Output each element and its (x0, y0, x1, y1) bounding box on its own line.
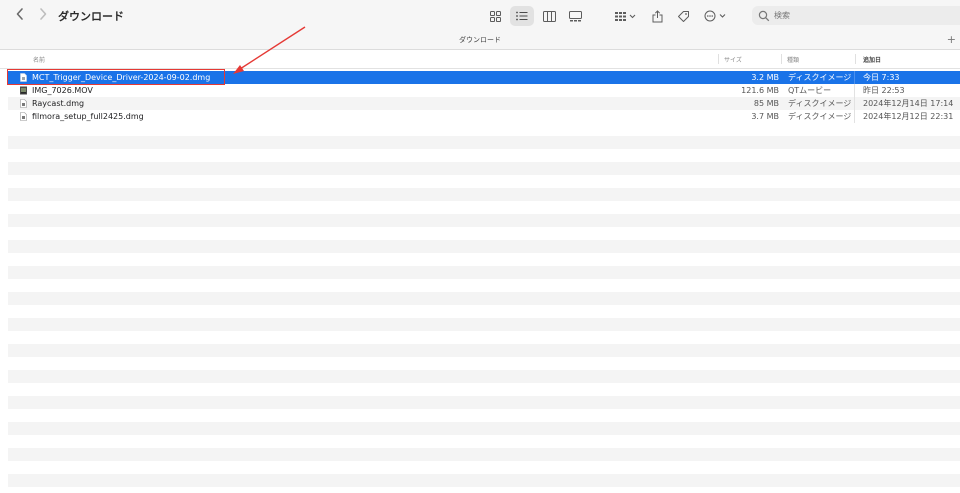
file-size: 3.7 MB (751, 112, 779, 121)
empty-row (8, 279, 960, 292)
file-size: 3.2 MB (751, 73, 779, 82)
file-size: 85 MB (753, 99, 779, 108)
empty-row (8, 409, 960, 422)
file-name: Raycast.dmg (32, 99, 85, 108)
file-row[interactable]: filmora_setup_full2425.dmg 3.7 MB ディスクイメ… (8, 110, 960, 123)
search-field[interactable] (752, 6, 960, 25)
share-icon (652, 9, 662, 22)
toolbar: ダウンロード (0, 0, 960, 32)
tag-icon (677, 10, 689, 22)
back-button[interactable] (10, 6, 30, 26)
path-title: ダウンロード (459, 36, 501, 44)
empty-row (8, 383, 960, 396)
icon-view-button[interactable] (484, 6, 506, 26)
empty-row (8, 305, 960, 318)
column-divider (854, 71, 855, 84)
column-divider (854, 110, 855, 123)
file-kind: ディスクイメージ (788, 99, 852, 108)
empty-row (8, 175, 960, 188)
column-divider[interactable] (781, 54, 782, 64)
empty-row (8, 435, 960, 448)
column-divider[interactable] (718, 54, 719, 64)
list-view-icon (516, 11, 528, 21)
file-kind: ディスクイメージ (788, 73, 852, 82)
empty-row (8, 396, 960, 409)
file-date: 昨日 22:53 (863, 86, 905, 95)
file-name: filmora_setup_full2425.dmg (32, 112, 144, 121)
empty-row (8, 461, 960, 474)
empty-row (8, 123, 960, 136)
empty-row (8, 292, 960, 305)
annotation-highlight-box (7, 69, 225, 85)
grid-view-icon (489, 10, 501, 22)
empty-row (8, 344, 960, 357)
column-divider (854, 84, 855, 97)
empty-row (8, 149, 960, 162)
empty-row (8, 357, 960, 370)
disk-image-icon (20, 99, 27, 108)
file-row[interactable]: Raycast.dmg 85 MB ディスクイメージ 2024年12月14日 1… (8, 97, 960, 110)
file-list: MCT_Trigger_Device_Driver-2024-09-02.dmg… (0, 71, 960, 487)
column-divider (854, 97, 855, 110)
empty-row (8, 370, 960, 383)
search-icon (758, 10, 770, 21)
empty-row (8, 227, 960, 240)
forward-button[interactable] (33, 6, 53, 26)
empty-row (8, 266, 960, 279)
search-input[interactable] (774, 11, 944, 20)
column-header: 名前 サイズ 種類 追加日 (0, 50, 960, 69)
empty-row (8, 474, 960, 487)
column-date-header[interactable]: 追加日 (863, 55, 881, 64)
file-date: 今日 7:33 (863, 73, 900, 82)
file-kind: QTムービー (788, 86, 832, 95)
column-divider[interactable] (855, 54, 856, 64)
empty-row (8, 214, 960, 227)
file-row[interactable]: IMG_7026.MOV 121.6 MB QTムービー 昨日 22:53 (8, 84, 960, 97)
list-view-button[interactable] (510, 6, 534, 26)
grid-group-icon (615, 11, 636, 21)
gallery-view-icon (568, 10, 582, 21)
column-kind-header[interactable]: 種類 (787, 55, 799, 64)
empty-row (8, 188, 960, 201)
empty-row (8, 136, 960, 149)
ellipsis-circle-icon (704, 10, 726, 22)
chevron-left-icon (16, 8, 23, 20)
file-date: 2024年12月14日 17:14 (863, 99, 954, 108)
tag-button[interactable] (673, 6, 693, 26)
empty-row (8, 448, 960, 461)
file-kind: ディスクイメージ (788, 112, 852, 121)
empty-row (8, 201, 960, 214)
column-size-header[interactable]: サイズ (724, 55, 742, 64)
disk-image-icon (20, 112, 27, 121)
chevron-right-icon (40, 8, 47, 20)
gallery-view-button[interactable] (564, 6, 586, 26)
column-view-icon (542, 10, 556, 22)
empty-row (8, 162, 960, 175)
column-name-header[interactable]: 名前 (33, 55, 45, 64)
empty-row (8, 331, 960, 344)
share-button[interactable] (647, 6, 667, 26)
more-actions-button[interactable] (702, 6, 730, 26)
empty-row (8, 240, 960, 253)
movie-thumbnail-icon (20, 86, 27, 95)
file-date: 2024年12月12日 22:31 (863, 112, 954, 121)
add-tab-icon[interactable]: + (947, 33, 956, 46)
group-button[interactable] (612, 6, 640, 26)
path-bar: ダウンロード + (0, 32, 960, 50)
window-title: ダウンロード (58, 10, 124, 23)
empty-row (8, 253, 960, 266)
empty-row (8, 318, 960, 331)
file-size: 121.6 MB (741, 86, 779, 95)
column-view-button[interactable] (538, 6, 560, 26)
file-name: IMG_7026.MOV (32, 86, 93, 95)
empty-row (8, 422, 960, 435)
